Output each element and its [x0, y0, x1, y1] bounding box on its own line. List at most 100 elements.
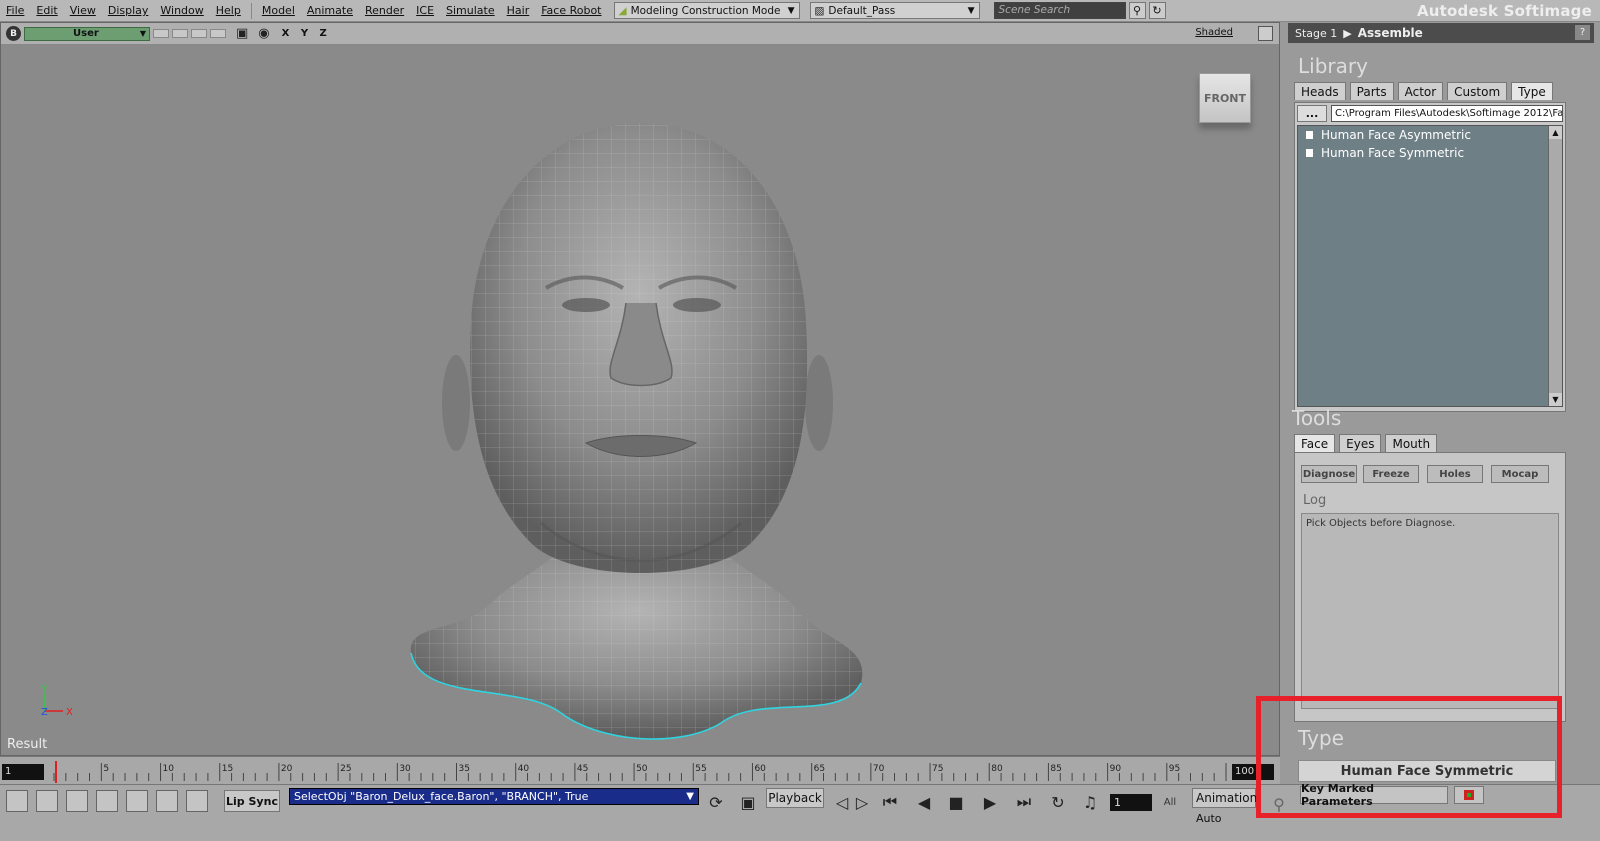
mocap-button[interactable]: Mocap	[1491, 465, 1549, 483]
layout-bottom-icon[interactable]	[66, 790, 88, 812]
viewport-b-icon[interactable]: B	[6, 26, 21, 41]
layout-right-icon[interactable]	[96, 790, 118, 812]
viewport[interactable]: B User ▼ ▣ ◉ X Y Z Shaded FRONT Y Z X Re…	[0, 22, 1280, 756]
help-icon[interactable]: ?	[1575, 25, 1590, 40]
tab-parts[interactable]: Parts	[1349, 82, 1394, 100]
library-path-input[interactable]: C:\Program Files\Autodesk\Softimage 2012…	[1331, 105, 1563, 122]
menu-file[interactable]: File	[0, 4, 30, 17]
type-value-button[interactable]: Human Face Symmetric	[1298, 760, 1556, 782]
menu-face-robot[interactable]: Face Robot	[535, 4, 607, 17]
camera-value: User	[73, 28, 99, 39]
head-mesh[interactable]	[401, 83, 881, 743]
timeline-tick-label: 5	[103, 764, 109, 774]
menu-simulate[interactable]: Simulate	[440, 4, 501, 17]
key-icon[interactable]	[1454, 786, 1484, 804]
tab-actor[interactable]: Actor	[1397, 82, 1444, 100]
animation-button[interactable]: Animation	[1192, 788, 1257, 808]
timeline-tick-label: 70	[873, 764, 885, 774]
bottom-toolbar: Lip Sync SelectObj "Baron_Delux_face.Bar…	[0, 782, 1600, 841]
viewport-toggle[interactable]	[172, 29, 188, 38]
end-frame-field[interactable]: 100	[1232, 764, 1274, 780]
menu-model[interactable]: Model	[256, 4, 301, 17]
audio-icon[interactable]: ♫	[1078, 790, 1102, 814]
first-frame-icon[interactable]: ⏮	[878, 790, 902, 814]
layout-top-icon[interactable]	[36, 790, 58, 812]
tab-eyes[interactable]: Eyes	[1339, 434, 1382, 452]
playback-button[interactable]: Playback	[766, 788, 824, 808]
holes-button[interactable]: Holes	[1427, 465, 1483, 483]
eye-icon[interactable]: ◉	[258, 26, 269, 41]
toolbox-icon[interactable]: ▣	[736, 790, 760, 814]
layout-quad-icon[interactable]	[126, 790, 148, 812]
scroll-down-icon[interactable]: ▼	[1549, 393, 1562, 406]
scene-search-input[interactable]: Scene Search	[993, 2, 1126, 19]
command-line-field[interactable]: SelectObj "Baron_Delux_face.Baron", "BRA…	[289, 788, 699, 805]
play-backward-icon[interactable]: ◀	[912, 790, 936, 814]
browse-button[interactable]: ...	[1297, 105, 1327, 122]
camera-dropdown[interactable]: User ▼	[24, 26, 150, 41]
list-item[interactable]: Human Face Asymmetric	[1298, 126, 1562, 144]
tab-mouth[interactable]: Mouth	[1385, 434, 1438, 452]
auto-key-button[interactable]: Auto	[1192, 811, 1244, 825]
play-forward-icon[interactable]: ▶	[978, 790, 1002, 814]
menu-display[interactable]: Display	[102, 4, 155, 17]
viewport-toggle[interactable]	[210, 29, 226, 38]
camera-icon[interactable]: ▣	[236, 26, 248, 41]
view-cube[interactable]: FRONT	[1199, 73, 1251, 123]
all-button[interactable]: All	[1158, 794, 1182, 811]
menu-window[interactable]: Window	[154, 4, 209, 17]
left-ear	[442, 355, 470, 451]
scroll-up-icon[interactable]: ▲	[1549, 126, 1562, 139]
menu-animate[interactable]: Animate	[301, 4, 359, 17]
axes-toggle[interactable]: X Y Z	[282, 28, 331, 39]
tab-heads[interactable]: Heads	[1294, 82, 1346, 100]
timeline-tick-label: 50	[636, 764, 648, 774]
viewport-header: B User ▼ ▣ ◉ X Y Z Shaded	[1, 23, 1279, 45]
menu-view[interactable]: View	[64, 4, 102, 17]
menu-render[interactable]: Render	[359, 4, 410, 17]
diagnose-button[interactable]: Diagnose	[1301, 465, 1357, 483]
key-marked-parameters-button[interactable]: Key Marked Parameters	[1300, 782, 1448, 808]
timeline-ruler[interactable]: 5 10 15 20 25 30 35 40 45 50 55 60 65 70 75 80 85 90 95	[52, 759, 1228, 783]
menu-help[interactable]: Help	[210, 4, 247, 17]
timeline[interactable]: 1 5 10 15 20 25 30 35 40 45 50 55 60 65 70 75 80 85 90 95 …	[0, 756, 1280, 784]
next-key-icon[interactable]: ▷	[850, 790, 874, 814]
stop-icon[interactable]: ■	[944, 790, 968, 814]
layout-left-icon[interactable]	[6, 790, 28, 812]
chevron-down-icon[interactable]: ▼	[686, 789, 694, 804]
lasso-icon[interactable]: ⟳	[704, 790, 728, 814]
last-frame-icon[interactable]: ⏭	[1012, 790, 1036, 814]
layout-custom-icon[interactable]	[186, 790, 208, 812]
viewport-toggle[interactable]	[191, 29, 207, 38]
library-scrollbar[interactable]: ▲ ▼	[1548, 126, 1562, 406]
start-frame-field[interactable]: 1	[2, 764, 44, 780]
key-glyph-icon	[1464, 790, 1474, 800]
clear-search-icon[interactable]: ↻	[1148, 2, 1166, 19]
type-title: Type	[1298, 726, 1344, 750]
tab-face[interactable]: Face	[1294, 434, 1336, 452]
timeline-tick-label: 60	[754, 764, 766, 774]
maximize-viewport-icon[interactable]	[1258, 26, 1273, 41]
magnifier-icon[interactable]: ⚲	[1266, 791, 1292, 817]
axis-y-label: Y	[40, 684, 48, 695]
menu-hair[interactable]: Hair	[501, 4, 536, 17]
freeze-button[interactable]: Freeze	[1363, 465, 1419, 483]
search-icon[interactable]: ⚲	[1128, 2, 1146, 19]
layout-split-icon[interactable]	[156, 790, 178, 812]
stage-label[interactable]: Stage 1	[1295, 27, 1337, 40]
menu-edit[interactable]: Edit	[30, 4, 63, 17]
axis-gizmo: Y Z X	[40, 684, 73, 718]
render-pass-dropdown[interactable]: ▨ Default_Pass ▼	[809, 2, 980, 19]
menu-bar: File Edit View Display Window Help Model…	[0, 0, 1600, 22]
viewport-toggle[interactable]	[153, 29, 169, 38]
right-ear	[805, 355, 833, 451]
lip-sync-button[interactable]: Lip Sync	[224, 790, 280, 812]
menu-ice[interactable]: ICE	[410, 4, 440, 17]
list-item[interactable]: Human Face Symmetric	[1298, 144, 1562, 162]
display-mode-menu[interactable]: Shaded	[1195, 27, 1233, 38]
tab-custom[interactable]: Custom	[1447, 82, 1508, 100]
current-frame-field[interactable]: 1	[1110, 794, 1152, 811]
tab-type[interactable]: Type	[1511, 82, 1553, 100]
construction-mode-dropdown[interactable]: ◢ Modeling Construction Mode ▼	[613, 2, 800, 19]
loop-icon[interactable]: ↻	[1046, 790, 1070, 814]
